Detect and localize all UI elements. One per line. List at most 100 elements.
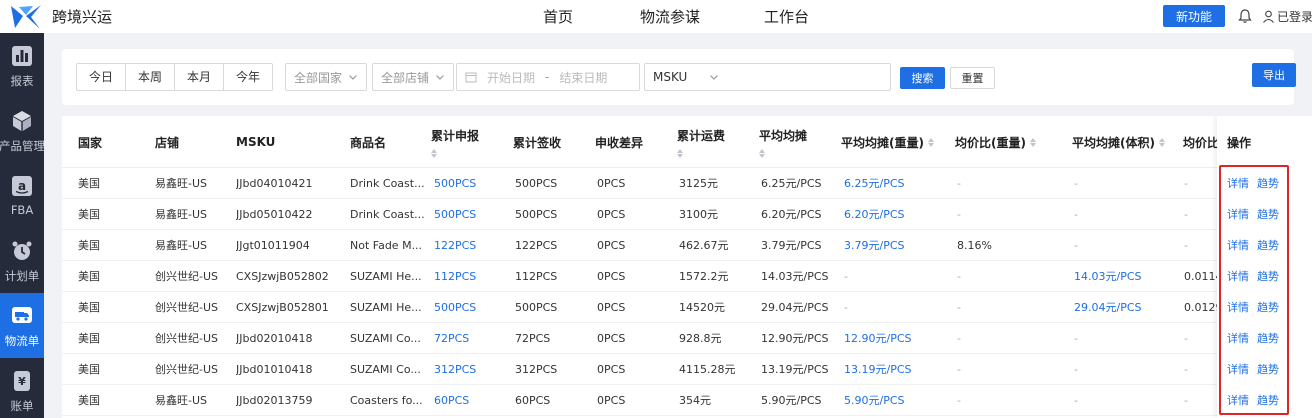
sidebar-item-bills[interactable]: ¥ 账单 [0, 358, 44, 418]
cell-avg: 6.20元/PCS [761, 208, 822, 221]
trend-link[interactable]: 趋势 [1257, 261, 1279, 292]
col-ratio-volume: 均价比 [1183, 135, 1220, 150]
sidebar-item-reports[interactable]: 报表 [0, 33, 44, 98]
cell-signed: 60PCS [515, 394, 551, 407]
col-avg[interactable]: 平均均摊 [759, 116, 807, 168]
cell-msku: JJgt01011904 [236, 239, 310, 252]
col-ratio-weight[interactable]: 均价比(重量) [955, 116, 1036, 168]
cell-declared[interactable]: 122PCS [434, 230, 476, 261]
period-week-button[interactable]: 本周 [126, 64, 176, 90]
amazon-icon: a [12, 176, 32, 196]
trend-link[interactable]: 趋势 [1257, 199, 1279, 230]
sidebar-item-fba[interactable]: a FBA [0, 163, 44, 228]
sort-icon[interactable] [677, 148, 683, 158]
sort-icon[interactable] [759, 148, 765, 158]
sidebar-item-plans[interactable]: 计划单 [0, 228, 44, 293]
truck-icon [12, 307, 32, 323]
cell-avg-weight[interactable]: 3.79元/PCS [844, 230, 905, 261]
bell-icon[interactable] [1237, 8, 1253, 24]
cell-declared[interactable]: 500PCS [434, 292, 476, 323]
detail-link[interactable]: 详情 [1227, 199, 1249, 230]
reset-button[interactable]: 重置 [950, 67, 995, 89]
col-freight[interactable]: 累计运费 [677, 116, 725, 168]
cell-avg-weight[interactable]: 12.90元/PCS [844, 323, 912, 354]
cell-avg-weight[interactable]: 6.20元/PCS [844, 199, 905, 230]
table-row: 美国 易鑫旺-US JJgt01011904 Not Fade M... 122PCS 1… [62, 230, 1312, 261]
nav-logistics-advisor[interactable]: 物流参谋 [640, 6, 700, 27]
cell-ratio-volume: - [1184, 208, 1188, 221]
col-declared[interactable]: 累计申报 [431, 116, 479, 168]
cell-signed: 72PCS [515, 332, 551, 345]
detail-link[interactable]: 详情 [1227, 292, 1249, 323]
cell-declared[interactable]: 60PCS [434, 385, 469, 416]
cell-signed: 112PCS [515, 270, 558, 283]
svg-text:¥: ¥ [18, 375, 26, 388]
store-select-value: 全部店铺 [381, 70, 430, 85]
detail-link[interactable]: 详情 [1227, 323, 1249, 354]
cell-ratio-volume: - [1184, 177, 1188, 190]
col-avg-volume[interactable]: 平均均摊(体积) [1072, 116, 1165, 168]
trend-link[interactable]: 趋势 [1257, 354, 1279, 385]
detail-link[interactable]: 详情 [1227, 261, 1249, 292]
sidebar-item-products[interactable]: 产品管理 [0, 98, 45, 163]
cell-avg-weight[interactable]: 5.90元/PCS [844, 385, 905, 416]
trend-link[interactable]: 趋势 [1257, 323, 1279, 354]
cell-name: SUZAMI Co... [350, 332, 421, 345]
period-today-button[interactable]: 今日 [77, 64, 127, 90]
country-select[interactable]: 全部国家 [285, 63, 367, 91]
cell-freight: 14520元 [679, 301, 725, 314]
cell-declared[interactable]: 500PCS [434, 168, 476, 199]
period-year-button[interactable]: 今年 [224, 64, 272, 90]
detail-link[interactable]: 详情 [1227, 385, 1249, 416]
search-field-select[interactable]: MSKU [644, 63, 728, 91]
col-ops: 操作 [1227, 135, 1252, 150]
col-declared-label: 累计申报 [431, 128, 480, 143]
period-month-button[interactable]: 本月 [175, 64, 225, 90]
cell-avg-weight[interactable]: 6.25元/PCS [844, 168, 905, 199]
sort-icon[interactable] [431, 148, 437, 158]
trend-link[interactable]: 趋势 [1257, 385, 1279, 416]
col-avg-weight[interactable]: 平均均摊(重量) [841, 116, 934, 168]
cell-declared[interactable]: 312PCS [434, 354, 476, 385]
cell-avg-volume[interactable]: 14.03元/PCS [1074, 261, 1142, 292]
nav-home[interactable]: 首页 [543, 6, 573, 27]
cell-country: 美国 [78, 239, 100, 252]
trend-link[interactable]: 趋势 [1257, 230, 1279, 261]
new-feature-button[interactable]: 新功能 [1163, 5, 1225, 27]
top-bar: 跨境兴运 首页 物流参谋 工作台 新功能 已登录 [0, 0, 1312, 33]
cell-avg-volume[interactable]: 29.04元/PCS [1074, 292, 1142, 323]
cell-country: 美国 [78, 363, 100, 376]
cell-name: SUZAMI Co... [350, 363, 421, 376]
col-avg-label: 平均均摊 [759, 128, 808, 143]
table-row: 美国 易鑫旺-US JJbd05010422 Drink Coast... 500PCS… [62, 199, 1312, 230]
sort-icon[interactable] [927, 137, 934, 147]
store-select[interactable]: 全部店铺 [372, 63, 454, 91]
cell-declared[interactable]: 112PCS [434, 261, 476, 292]
detail-link[interactable]: 详情 [1227, 168, 1249, 199]
nav-workbench[interactable]: 工作台 [764, 6, 809, 27]
detail-link[interactable]: 详情 [1227, 354, 1249, 385]
trend-link[interactable]: 趋势 [1257, 168, 1279, 199]
user-menu[interactable]: 已登录 [1262, 8, 1312, 25]
end-date: 结束日期 [559, 70, 608, 85]
detail-link[interactable]: 详情 [1227, 230, 1249, 261]
cell-country: 美国 [78, 301, 100, 314]
cell-avg: 6.25元/PCS [761, 177, 822, 190]
country-select-value: 全部国家 [294, 70, 343, 85]
sort-icon[interactable] [1158, 137, 1165, 147]
export-button[interactable]: 导出 [1252, 63, 1296, 87]
calendar-icon [465, 72, 477, 83]
cell-country: 美国 [78, 177, 100, 190]
sort-icon[interactable] [1029, 137, 1036, 147]
sidebar-item-logistics[interactable]: 物流单 [0, 293, 44, 358]
cell-declared[interactable]: 72PCS [434, 323, 469, 354]
search-button[interactable]: 搜索 [900, 67, 945, 89]
search-field-value: MSKU [653, 70, 688, 84]
cell-avg-weight[interactable]: 13.19元/PCS [844, 354, 912, 385]
cell-diff: 0PCS [597, 208, 626, 221]
trend-link[interactable]: 趋势 [1257, 292, 1279, 323]
cell-diff: 0PCS [597, 239, 626, 252]
date-range-picker[interactable]: 开始日期 - 结束日期 [456, 63, 640, 91]
cell-declared[interactable]: 500PCS [434, 199, 476, 230]
search-input[interactable] [727, 63, 891, 91]
